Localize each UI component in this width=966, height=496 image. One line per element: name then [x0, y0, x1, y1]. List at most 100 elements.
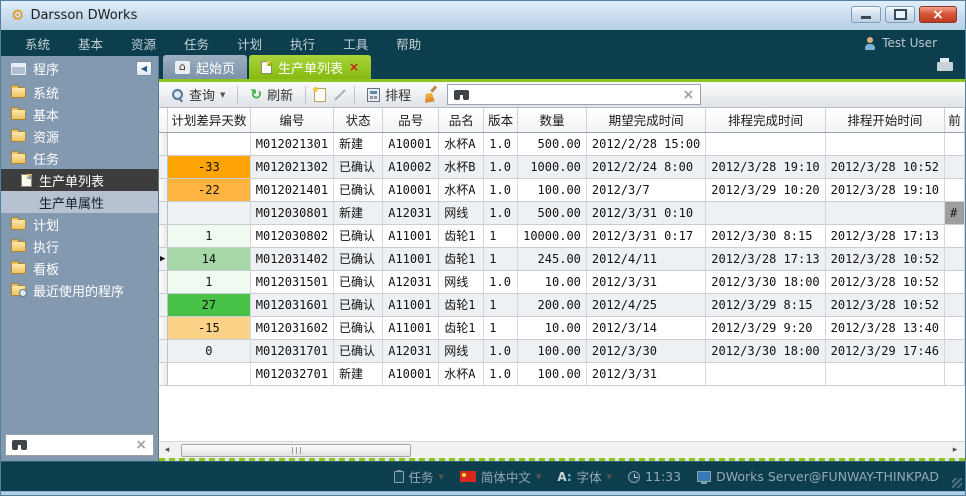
clear-search-icon[interactable] [135, 438, 147, 452]
table-cell[interactable]: 新建 [334, 132, 383, 155]
table-cell[interactable]: 2012/3/14 [586, 316, 705, 339]
table-cell[interactable]: 1 [484, 316, 518, 339]
table-cell[interactable]: 1.0 [484, 362, 518, 385]
table-cell[interactable]: 1.0 [484, 201, 518, 224]
sidebar-collapse-button[interactable] [136, 61, 152, 76]
minimize-button[interactable] [851, 6, 881, 23]
table-cell[interactable]: 2012/3/30 18:00 [706, 270, 825, 293]
table-row[interactable]: M012021301新建A10001水杯A1.0500.002012/2/28 … [159, 132, 965, 155]
table-cell[interactable]: A11001 [383, 316, 439, 339]
table-cell[interactable]: A10001 [383, 362, 439, 385]
table-cell[interactable]: 1.0 [484, 155, 518, 178]
sidebar-item[interactable]: 生产单列表 [1, 169, 158, 191]
table-cell[interactable]: 2012/3/28 13:40 [825, 316, 944, 339]
table-cell[interactable]: M012031602 [250, 316, 333, 339]
row-header[interactable] [159, 247, 168, 270]
sidebar-item[interactable]: 执行 [1, 235, 158, 257]
table-row[interactable]: M012032701新建A10001水杯A1.0100.002012/3/31 [159, 362, 965, 385]
table-row[interactable]: -33M012021302已确认A10002水杯B1.01000.002012/… [159, 155, 965, 178]
table-cell[interactable]: 网线 [439, 201, 484, 224]
menu-item[interactable]: 资源 [117, 34, 170, 53]
table-cell[interactable]: 10000.00 [518, 224, 587, 247]
table-cell[interactable]: A12031 [383, 339, 439, 362]
table-row[interactable]: -22M012021401已确认A10001水杯A1.0100.002012/3… [159, 178, 965, 201]
table-cell[interactable]: 100.00 [518, 362, 587, 385]
column-header[interactable]: 期望完成时间 [586, 108, 705, 132]
table-cell[interactable] [825, 132, 944, 155]
table-cell[interactable]: 已确认 [334, 270, 383, 293]
status-task-menu[interactable]: 任务 [394, 467, 444, 486]
table-cell[interactable]: 齿轮1 [439, 293, 484, 316]
table-cell[interactable]: 1000.00 [518, 155, 587, 178]
table-cell-plan-diff-days[interactable]: 27 [168, 293, 251, 316]
table-cell[interactable]: 2012/3/29 17:46 [825, 339, 944, 362]
table-cell[interactable]: 200.00 [518, 293, 587, 316]
row-header[interactable] [159, 155, 168, 178]
table-cell-plan-diff-days[interactable]: -22 [168, 178, 251, 201]
table-cell[interactable]: A10002 [383, 155, 439, 178]
table-cell-plan-diff-days[interactable]: -33 [168, 155, 251, 178]
table-cell[interactable] [945, 270, 965, 293]
table-cell[interactable]: M012030802 [250, 224, 333, 247]
column-header[interactable]: 排程完成时间 [706, 108, 825, 132]
table-cell[interactable]: 2012/2/28 15:00 [586, 132, 705, 155]
sidebar-item[interactable]: 基本 [1, 103, 158, 125]
table-cell[interactable]: 齿轮1 [439, 247, 484, 270]
table-cell[interactable] [945, 178, 965, 201]
table-cell[interactable]: 2012/3/28 17:13 [825, 224, 944, 247]
table-cell[interactable] [945, 362, 965, 385]
table-cell[interactable] [706, 201, 825, 224]
menu-item[interactable]: 系统 [11, 34, 64, 53]
table-row[interactable]: 0M012031701已确认A12031网线1.0100.002012/3/30… [159, 339, 965, 362]
table-cell[interactable]: 2012/4/25 [586, 293, 705, 316]
table-cell[interactable]: # [945, 201, 965, 224]
table-cell-plan-diff-days[interactable]: 0 [168, 339, 251, 362]
table-cell[interactable]: 245.00 [518, 247, 587, 270]
table-cell-plan-diff-days[interactable]: 1 [168, 224, 251, 247]
table-cell[interactable]: 已确认 [334, 224, 383, 247]
row-header[interactable] [159, 132, 168, 155]
column-header[interactable]: 编号 [250, 108, 333, 132]
table-cell[interactable]: M012021302 [250, 155, 333, 178]
table-row[interactable]: 14M012031402已确认A11001齿轮11245.002012/4/11… [159, 247, 965, 270]
table-cell[interactable]: M012030801 [250, 201, 333, 224]
table-cell[interactable] [945, 155, 965, 178]
table-cell[interactable]: 2012/2/24 8:00 [586, 155, 705, 178]
horizontal-scrollbar[interactable] [159, 441, 965, 458]
table-cell[interactable] [945, 224, 965, 247]
table-cell[interactable]: 齿轮1 [439, 316, 484, 339]
table-cell-plan-diff-days[interactable]: -15 [168, 316, 251, 339]
table-cell[interactable]: 已确认 [334, 178, 383, 201]
maximize-button[interactable] [885, 6, 915, 23]
table-cell[interactable]: 2012/3/29 9:20 [706, 316, 825, 339]
table-cell[interactable]: A10001 [383, 178, 439, 201]
table-cell[interactable]: M012031601 [250, 293, 333, 316]
table-cell[interactable]: 2012/3/30 18:00 [706, 339, 825, 362]
table-cell[interactable]: 已确认 [334, 155, 383, 178]
table-cell[interactable]: A11001 [383, 293, 439, 316]
table-cell[interactable]: 齿轮1 [439, 224, 484, 247]
table-cell[interactable]: M012021401 [250, 178, 333, 201]
sidebar-header[interactable]: 程序 [1, 56, 158, 81]
table-cell[interactable]: 500.00 [518, 201, 587, 224]
table-cell[interactable] [825, 362, 944, 385]
table-cell[interactable]: A12031 [383, 201, 439, 224]
table-cell[interactable]: 2012/3/28 10:52 [825, 155, 944, 178]
table-cell[interactable]: M012031402 [250, 247, 333, 270]
edit-icon[interactable] [334, 89, 345, 100]
table-cell[interactable]: 1 [484, 224, 518, 247]
table-cell[interactable]: 2012/3/28 17:13 [706, 247, 825, 270]
table-cell[interactable]: 新建 [334, 362, 383, 385]
table-cell[interactable]: 2012/3/30 [586, 339, 705, 362]
status-language-menu[interactable]: 简体中文 [460, 467, 541, 486]
table-cell[interactable]: 2012/3/28 19:10 [706, 155, 825, 178]
table-cell[interactable]: 2012/3/31 [586, 362, 705, 385]
table-row[interactable]: 1M012030802已确认A11001齿轮1110000.002012/3/3… [159, 224, 965, 247]
table-cell[interactable]: 网线 [439, 339, 484, 362]
chevron-down-icon[interactable] [220, 91, 225, 99]
table-row[interactable]: -15M012031602已确认A11001齿轮1110.002012/3/14… [159, 316, 965, 339]
tab-close-icon[interactable] [349, 61, 359, 73]
table-cell[interactable]: 1 [484, 247, 518, 270]
table-cell[interactable]: 1.0 [484, 270, 518, 293]
table-cell[interactable]: 2012/3/31 [586, 270, 705, 293]
